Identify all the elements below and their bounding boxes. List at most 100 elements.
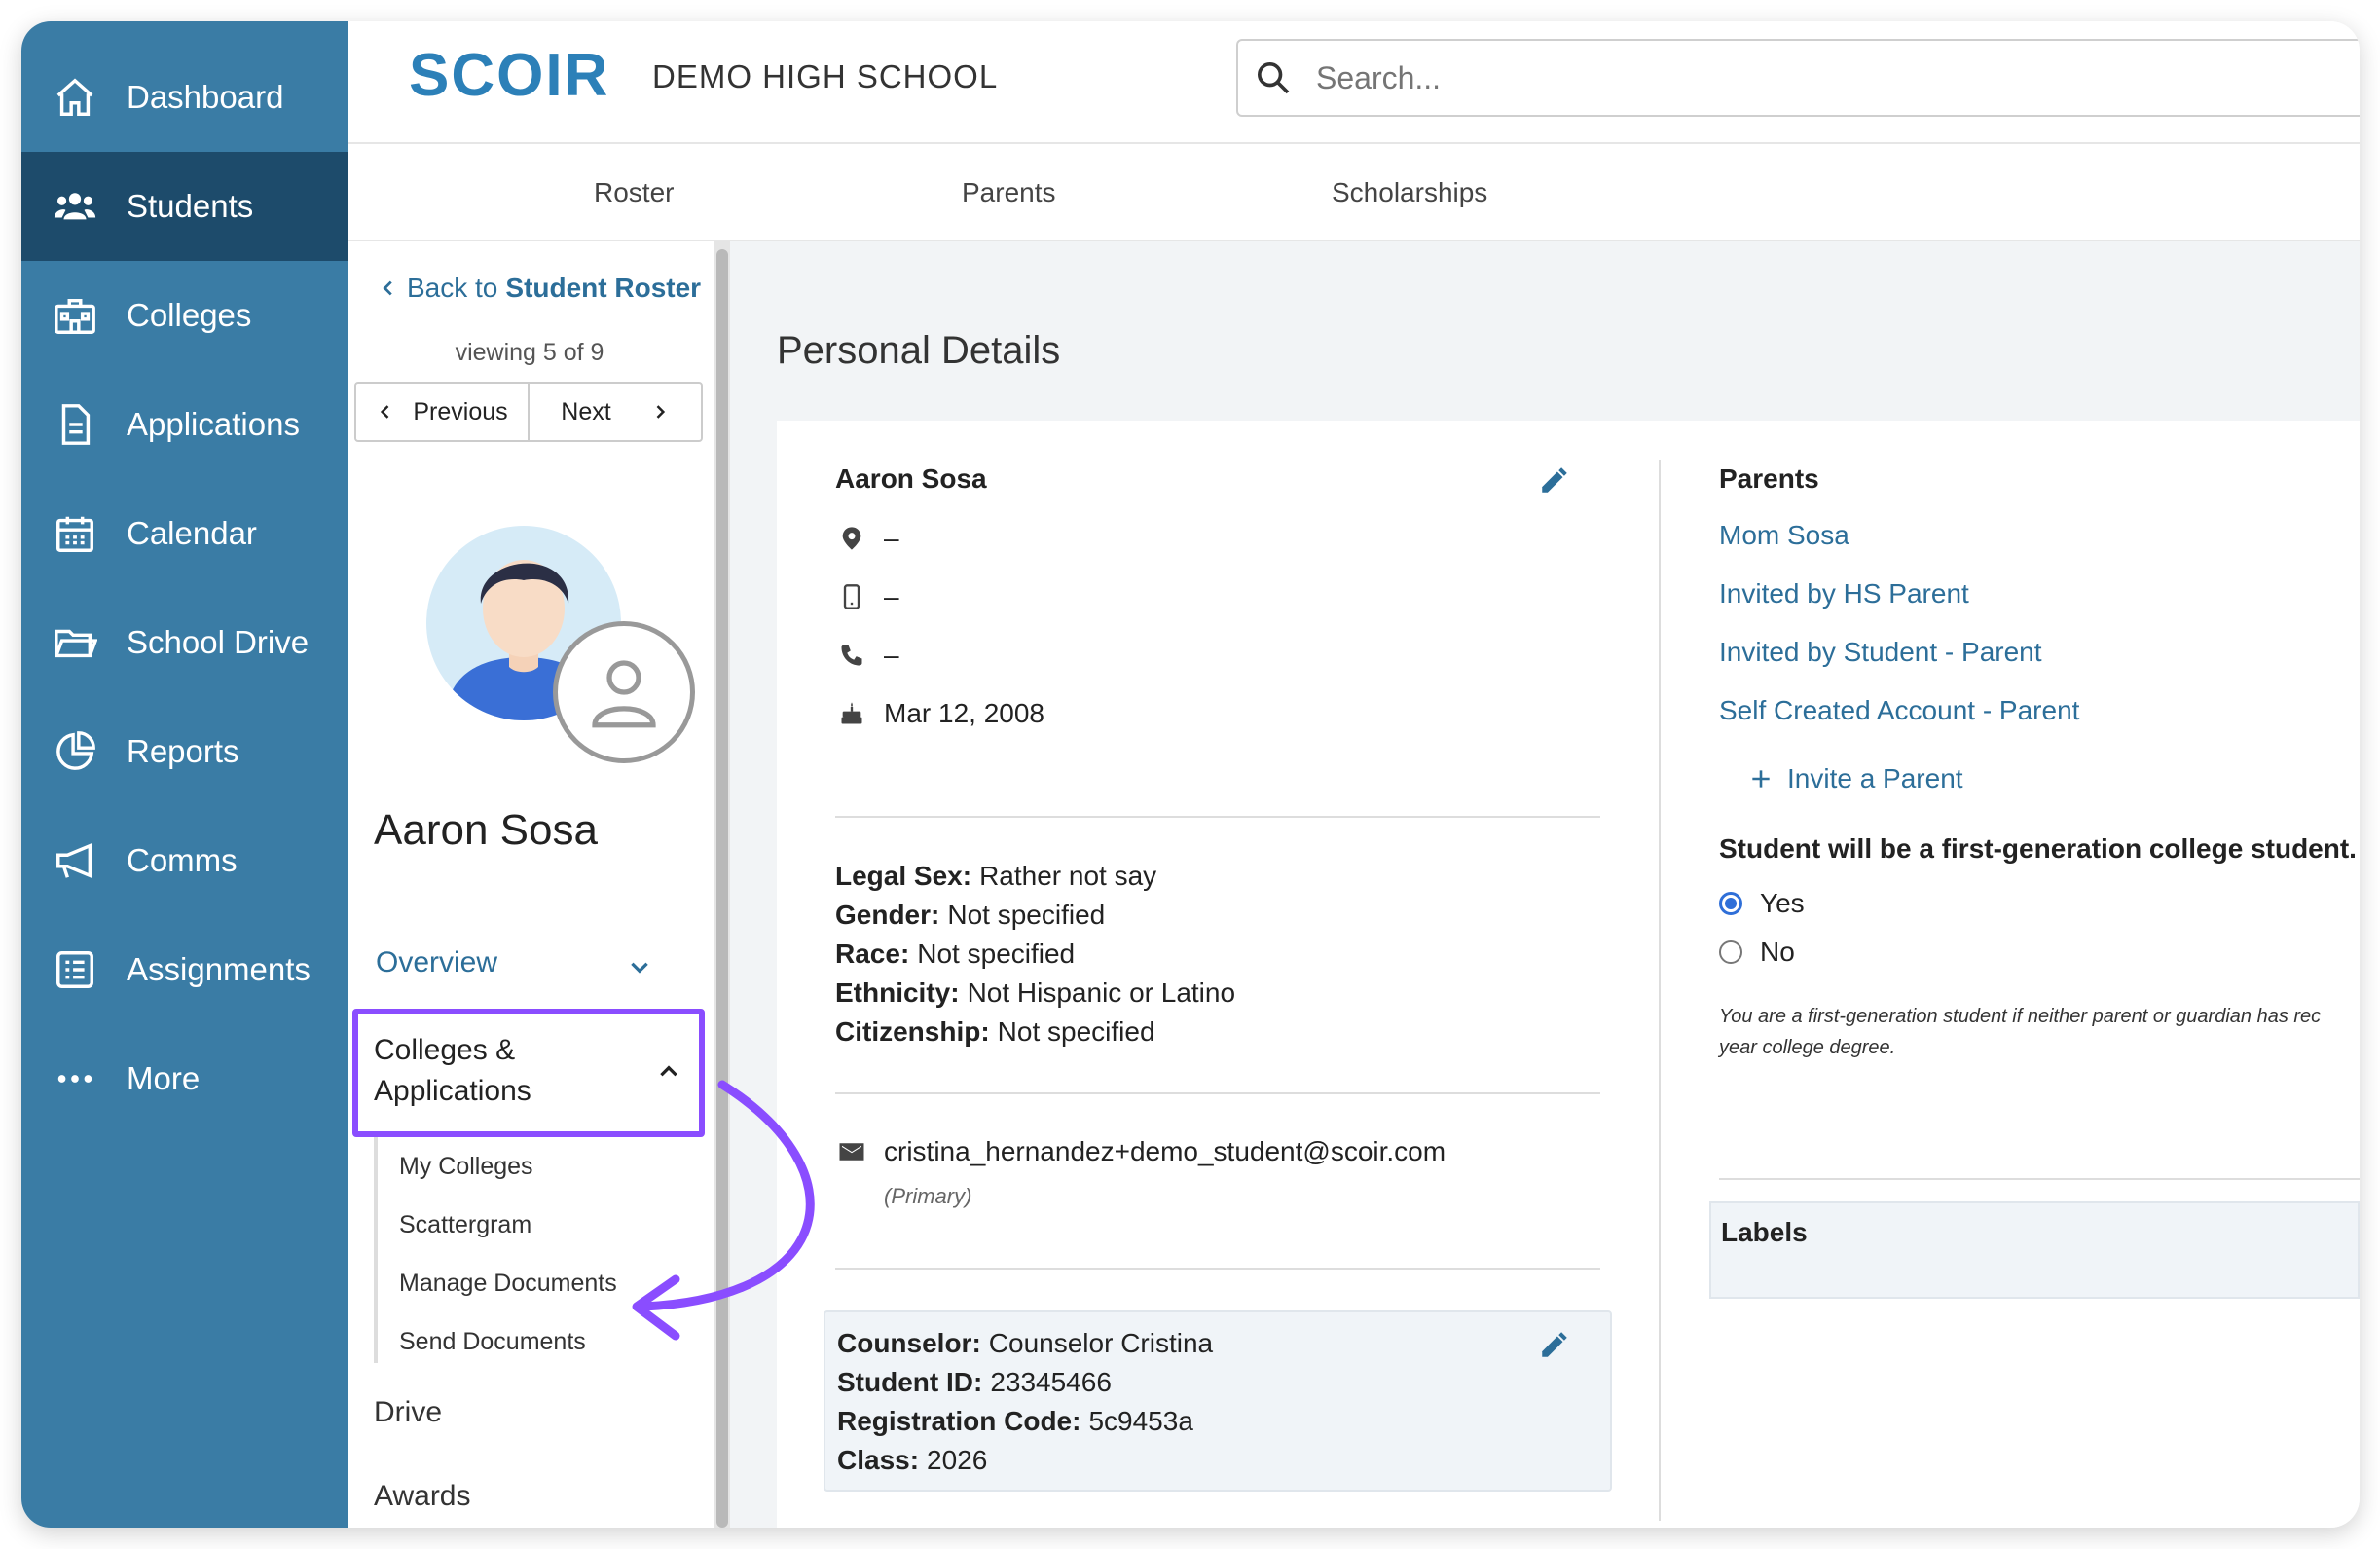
mobile-phone-icon [835,580,868,613]
student-id-row: Student ID: 23345466 [837,1367,1112,1398]
kv-value: 23345466 [990,1367,1112,1397]
add-photo-button[interactable] [553,621,695,763]
first-gen-note-line: year college degree. [1719,1037,1896,1058]
nav-item-reports[interactable]: Reports [21,697,348,806]
first-gen-yes-radio[interactable]: Yes [1719,888,1805,919]
phone-icon [835,639,868,672]
birthday-value: Mar 12, 2008 [884,698,1044,728]
phone-row: – [835,639,899,672]
counselor-row: Counselor: Counselor Cristina [837,1328,1213,1359]
kv-key: Race: [835,939,910,969]
radio-label: No [1760,937,1795,967]
phone-value: – [884,640,899,670]
divider [1719,1178,2360,1180]
menu-drive[interactable]: Drive [374,1396,442,1429]
menu-awards[interactable]: Awards [374,1480,471,1513]
nav-label: Calendar [127,515,257,551]
nav-item-dashboard[interactable]: Dashboard [21,43,348,152]
first-gen-note: You are a first-generation student if ne… [1719,1001,2360,1063]
nav-label: Applications [127,406,300,442]
nav-item-more[interactable]: More [21,1024,348,1133]
location-pin-icon [835,522,868,555]
radio-dot [1719,892,1742,915]
scrollbar-thumb[interactable] [716,249,728,1528]
user-outline-icon [592,660,656,728]
colleges-line-1: Colleges & [374,1034,516,1066]
kv-key: Counselor: [837,1328,981,1358]
divider [835,816,1600,818]
kv-key: Registration Code: [837,1406,1081,1436]
previous-label: Previous [413,397,508,425]
kv-value: Not specified [917,939,1076,969]
school-info-box: Counselor: Counselor Cristina Student ID:… [824,1310,1612,1492]
kv-value: Not specified [997,1016,1155,1047]
student-name: Aaron Sosa [374,806,598,854]
submenu-send-documents[interactable]: Send Documents [399,1328,586,1356]
back-to-roster-link[interactable]: Back to Student Roster [378,273,701,304]
nav-item-students[interactable]: Students [21,152,348,261]
first-gen-no-radio[interactable]: No [1719,937,1795,968]
nav-item-assignments[interactable]: Assignments [21,915,348,1024]
edit-pencil-icon[interactable] [1538,463,1571,497]
main-nav: Dashboard Students Colleges Applications… [21,21,348,1528]
nav-item-comms[interactable]: Comms [21,806,348,915]
kv-key: Class: [837,1445,920,1475]
birthday-cake-icon [835,697,868,730]
previous-button[interactable]: Previous [356,384,530,440]
megaphone-icon [49,834,101,887]
next-label: Next [561,397,611,425]
class-row: Class: 2026 [837,1445,987,1476]
nav-label: Assignments [127,951,311,987]
radio-dot [1719,940,1742,964]
nav-label: Colleges [127,297,252,333]
nav-label: More [127,1060,201,1096]
parent-link[interactable]: Self Created Account - Parent [1719,695,2079,726]
nav-item-colleges[interactable]: Colleges [21,261,348,370]
next-button[interactable]: Next [530,384,701,440]
kv-value: 5c9453a [1088,1406,1193,1436]
kv-key: Ethnicity: [835,977,960,1008]
app-window: Dashboard Students Colleges Applications… [21,21,2360,1528]
kv-value: 2026 [927,1445,988,1475]
student-pager: Previous Next [354,382,703,442]
tab-roster[interactable]: Roster [594,177,674,208]
email-primary-note: (Primary) [884,1184,972,1208]
menu-colleges-applications[interactable]: Colleges & Applications [374,1030,685,1112]
document-icon [49,398,101,451]
nav-item-applications[interactable]: Applications [21,370,348,479]
nav-item-school-drive[interactable]: School Drive [21,588,348,697]
calendar-icon [49,507,101,560]
nav-item-calendar[interactable]: Calendar [21,479,348,588]
submenu-scattergram[interactable]: Scattergram [399,1211,531,1239]
college-icon [49,289,101,342]
menu-overview[interactable]: Overview [376,946,683,979]
kv-value: Rather not say [979,861,1157,891]
parent-link[interactable]: Invited by Student - Parent [1719,637,2042,668]
student-sidebar: Back to Student Roster viewing 5 of 9 Pr… [348,241,711,1528]
divider [835,1092,1600,1094]
mail-icon [835,1135,868,1168]
submenu-my-colleges[interactable]: My Colleges [399,1153,533,1181]
radio-label: Yes [1760,888,1805,918]
search-box[interactable] [1236,39,2360,117]
parent-link[interactable]: Invited by HS Parent [1719,578,1969,609]
kv-key: Gender: [835,900,940,930]
email-value: cristina_hernandez+demo_student@scoir.co… [884,1136,1446,1166]
birthday-row: Mar 12, 2008 [835,697,1044,730]
sidebar-scrollbar[interactable] [714,241,730,1528]
parent-link[interactable]: Mom Sosa [1719,520,1849,551]
registration-code-row: Registration Code: 5c9453a [837,1406,1193,1437]
tab-scholarships[interactable]: Scholarships [1332,177,1487,208]
invite-parent-button[interactable]: Invite a Parent [1748,763,1963,794]
scoir-logo[interactable]: SCOIR [409,41,609,110]
plus-icon [1752,770,1770,788]
student-full-name: Aaron Sosa [835,463,987,494]
edit-pencil-icon[interactable] [1538,1328,1571,1361]
invite-label: Invite a Parent [1787,763,1963,793]
kv-value: Not specified [947,900,1106,930]
submenu-manage-documents[interactable]: Manage Documents [399,1270,617,1298]
search-input[interactable] [1316,59,2095,96]
top-header: SCOIR DEMO HIGH SCHOOL [348,21,2360,144]
kv-key: Citizenship: [835,1016,990,1047]
tab-parents[interactable]: Parents [962,177,1056,208]
